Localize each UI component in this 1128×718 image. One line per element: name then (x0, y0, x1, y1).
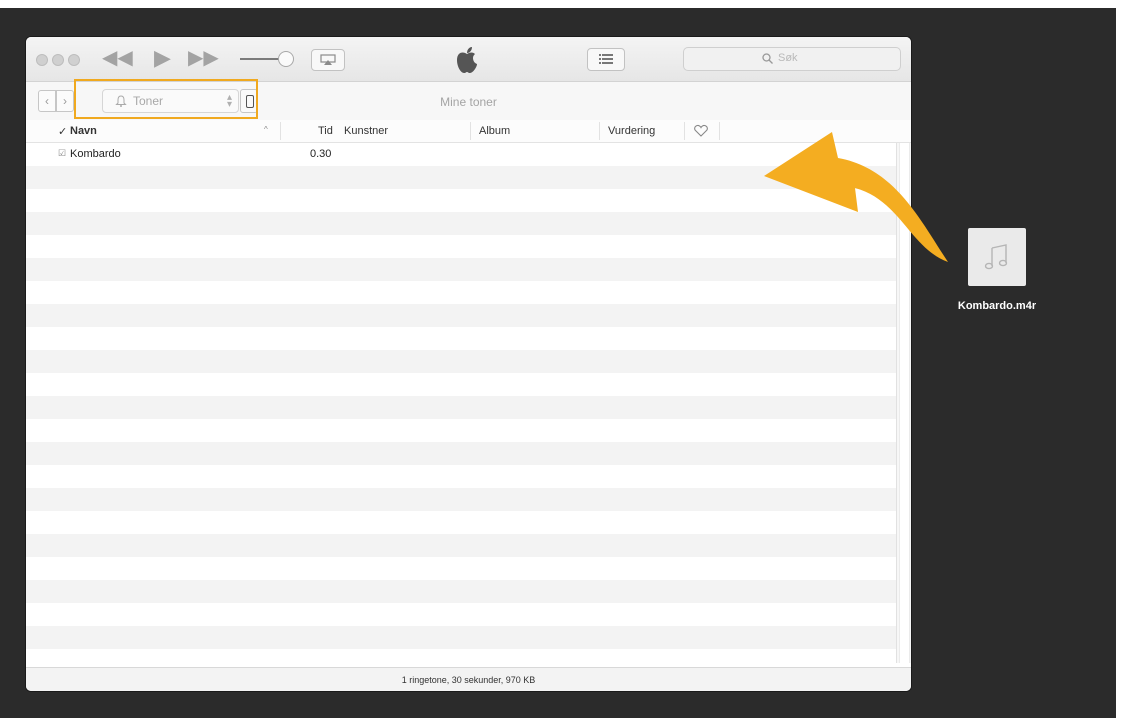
apple-logo-icon (457, 47, 477, 73)
table-row (26, 281, 896, 304)
list-icon (599, 54, 613, 64)
column-separator (684, 122, 685, 140)
fast-forward-button[interactable]: ▶▶ (188, 47, 219, 69)
top-edge (0, 0, 1128, 8)
search-placeholder: Søk (778, 52, 798, 64)
table-row (26, 557, 896, 580)
highlight-box (74, 79, 258, 119)
list-view-button[interactable] (587, 48, 625, 71)
song-time: 0.30 (310, 148, 332, 160)
song-name: Kombardo (70, 148, 121, 160)
table-row (26, 327, 896, 350)
table-row (26, 350, 896, 373)
table-row (26, 373, 896, 396)
rating-column-header[interactable]: Vurdering (608, 125, 655, 137)
table-row (26, 419, 896, 442)
table-row (26, 603, 896, 626)
file-name-label[interactable]: Kombardo.m4r (948, 300, 1046, 312)
column-separator (280, 122, 281, 140)
zoom-window-button[interactable] (68, 54, 80, 66)
airplay-button[interactable] (311, 49, 345, 71)
right-edge (1116, 0, 1128, 718)
table-row (26, 465, 896, 488)
volume-slider-track[interactable] (240, 58, 282, 60)
table-row (26, 488, 896, 511)
heart-icon[interactable] (694, 124, 708, 137)
table-row (26, 580, 896, 603)
close-window-button[interactable] (36, 54, 48, 66)
album-column-header[interactable]: Album (479, 125, 510, 137)
file-icon[interactable] (968, 228, 1026, 286)
title-bar: ◀◀ ▶ ▶▶ Søk (26, 37, 911, 82)
column-separator (599, 122, 600, 140)
search-field[interactable]: Søk (683, 47, 901, 71)
status-bar: 1 ringetone, 30 sekunder, 970 KB (26, 667, 911, 691)
curved-arrow-graphic (764, 132, 948, 262)
check-column-header[interactable]: ✓ (58, 125, 67, 138)
table-row (26, 626, 896, 649)
table-row (26, 396, 896, 419)
play-button[interactable]: ▶ (154, 47, 171, 69)
name-column-header[interactable]: Navn (70, 125, 97, 137)
column-separator (719, 122, 720, 140)
search-icon (762, 53, 773, 64)
table-row (26, 534, 896, 557)
rewind-button[interactable]: ◀◀ (102, 47, 133, 69)
music-note-icon (984, 244, 1008, 270)
time-column-header[interactable]: Tid (318, 125, 333, 137)
column-separator (470, 122, 471, 140)
volume-slider-knob[interactable] (278, 51, 294, 67)
table-row (26, 511, 896, 534)
artist-column-header[interactable]: Kunstner (344, 125, 388, 137)
table-row (26, 304, 896, 327)
minimize-window-button[interactable] (52, 54, 64, 66)
row-checkbox[interactable]: ☑ (58, 148, 66, 159)
airplay-icon (320, 54, 336, 65)
sort-indicator-icon: ^ (264, 125, 268, 134)
table-row (26, 442, 896, 465)
